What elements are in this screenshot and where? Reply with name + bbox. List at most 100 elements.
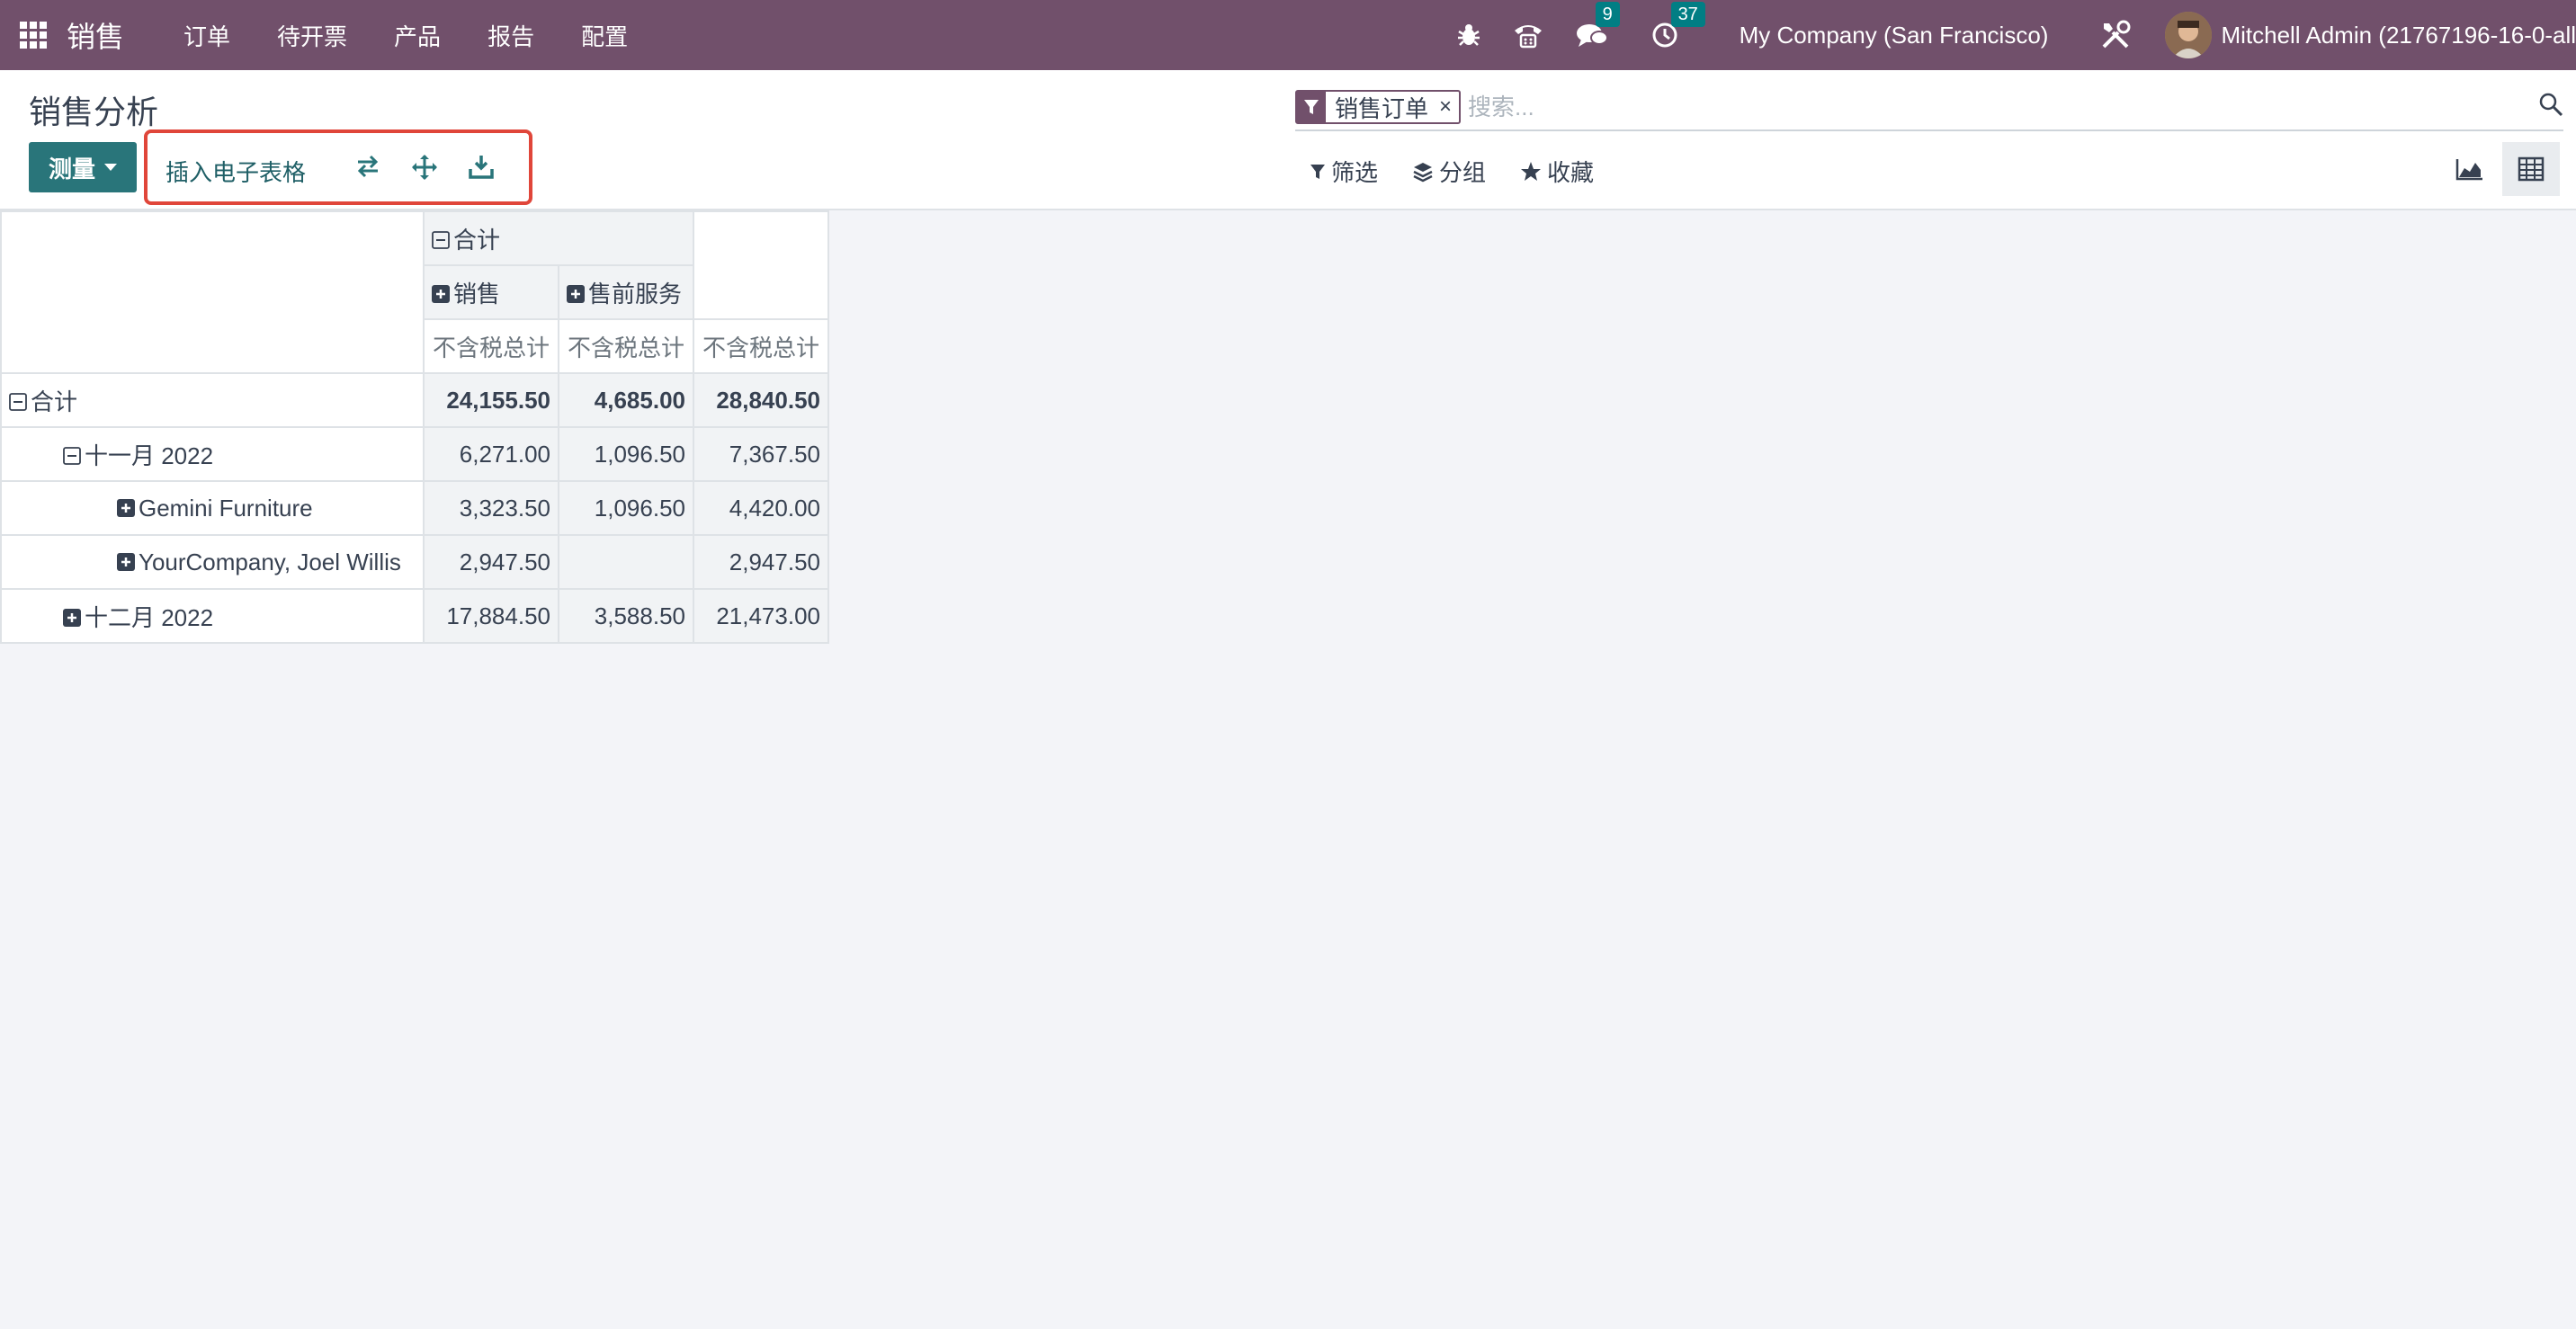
search-bar: 销售订单 × — [1295, 83, 2563, 131]
pivot-cell[interactable]: 1,096.50 — [558, 426, 694, 482]
phone-icon[interactable] — [1513, 22, 1543, 49]
apps-menu-icon[interactable] — [20, 22, 47, 49]
pivot-cell[interactable]: 3,323.50 — [423, 480, 559, 536]
collapse-minus-icon — [432, 230, 450, 249]
pivot-table: 合计 销售 售前服务 不含税总计 不含税总计 不含税总计 合计 24,155.5… — [0, 210, 829, 644]
expand-plus-icon — [567, 284, 585, 303]
col-header-total-label: 合计 — [453, 226, 501, 254]
expand-plus-icon — [117, 552, 135, 571]
table-row: 十二月 2022 17,884.50 3,588.50 21,473.00 — [0, 588, 829, 644]
control-panel: 销售分析 测量 插入电子表格 销售订单 × 筛选 — [0, 70, 2576, 210]
graph-view-button[interactable] — [2441, 142, 2499, 196]
filter-funnel-icon — [1297, 92, 1326, 122]
menu-to-invoice[interactable]: 待开票 — [254, 19, 371, 52]
group-by-label: 分组 — [1439, 159, 1487, 186]
expand-all-arrows-icon[interactable] — [410, 153, 439, 186]
measure-header[interactable]: 不含税总计 — [558, 318, 694, 374]
row-label: 十一月 2022 — [85, 442, 214, 469]
collapse-minus-icon — [9, 392, 27, 411]
row-label: Gemini Furniture — [139, 494, 313, 522]
measure-dropdown-button[interactable]: 测量 — [29, 142, 137, 192]
area-chart-icon — [2455, 159, 2482, 181]
pivot-cell[interactable]: 7,367.50 — [693, 426, 829, 482]
company-switcher[interactable]: My Company (San Francisco) — [1740, 22, 2049, 49]
debug-bug-icon[interactable] — [1457, 22, 1480, 48]
menu-configuration[interactable]: 配置 — [558, 19, 651, 52]
menu-reporting[interactable]: 报告 — [464, 19, 558, 52]
measure-header[interactable]: 不含税总计 — [423, 318, 559, 374]
row-header-yourcompany-joel-willis[interactable]: YourCompany, Joel Willis — [0, 534, 425, 590]
filter-icon — [1310, 164, 1325, 179]
collapse-minus-icon — [63, 446, 81, 465]
search-options: 筛选 分组 收藏 — [1310, 155, 1594, 188]
search-facet: 销售订单 × — [1295, 90, 1462, 124]
filters-dropdown[interactable]: 筛选 — [1310, 155, 1378, 188]
download-icon[interactable] — [468, 153, 495, 184]
app-brand[interactable]: 销售 — [67, 14, 124, 56]
col-header-total[interactable]: 合计 — [423, 210, 694, 266]
messages-count-badge: 9 — [1595, 2, 1620, 27]
row-header-total[interactable]: 合计 — [0, 372, 425, 428]
pivot-cell[interactable]: 6,271.00 — [423, 426, 559, 482]
table-row: Gemini Furniture 3,323.50 1,096.50 4,420… — [0, 480, 829, 536]
col-header-sales-label: 销售 — [453, 280, 501, 308]
facet-remove-icon[interactable]: × — [1436, 92, 1459, 122]
pivot-table-container: 合计 销售 售前服务 不含税总计 不含税总计 不含税总计 合计 24,155.5… — [0, 210, 829, 644]
col-header-presales-label: 售前服务 — [588, 280, 683, 308]
user-menu[interactable]: Mitchell Admin (21767196-16-0-all — [2221, 22, 2576, 49]
flip-axis-icon[interactable] — [354, 153, 381, 184]
table-row: YourCompany, Joel Willis 2,947.50 2,947.… — [0, 534, 829, 590]
pivot-corner — [0, 210, 425, 374]
search-input[interactable] — [1466, 88, 2459, 126]
user-avatar[interactable] — [2165, 12, 2213, 58]
row-header-gemini-furniture[interactable]: Gemini Furniture — [0, 480, 425, 536]
star-icon — [1521, 161, 1542, 181]
caret-down-icon — [104, 164, 117, 171]
row-label: 合计 — [31, 388, 78, 415]
favorites-label: 收藏 — [1547, 159, 1595, 186]
layers-icon — [1413, 162, 1433, 182]
pivot-cell[interactable]: 28,840.50 — [693, 372, 829, 428]
expand-plus-icon — [117, 498, 135, 517]
pivot-cell[interactable]: 2,947.50 — [693, 534, 829, 590]
facet-label: 销售订单 — [1335, 94, 1429, 122]
messages-chat-icon[interactable]: 9 — [1576, 2, 1620, 49]
pivot-cell[interactable] — [558, 534, 694, 590]
pivot-cell[interactable]: 1,096.50 — [558, 480, 694, 536]
pivot-cell[interactable]: 21,473.00 — [693, 588, 829, 644]
pivot-cell[interactable]: 4,420.00 — [693, 480, 829, 536]
table-row: 十一月 2022 6,271.00 1,096.50 7,367.50 — [0, 426, 829, 482]
expand-plus-icon — [432, 284, 450, 303]
col-header-sales[interactable]: 销售 — [423, 264, 559, 320]
table-row: 合计 24,155.50 4,685.00 28,840.50 — [0, 372, 829, 428]
pivot-view-button[interactable] — [2502, 142, 2560, 196]
col-header-presales[interactable]: 售前服务 — [558, 264, 694, 320]
row-header-nov-2022[interactable]: 十一月 2022 — [0, 426, 425, 482]
main-menu: 订单 待开票 产品 报告 配置 — [160, 19, 651, 52]
activities-count-badge: 37 — [1670, 2, 1705, 27]
insert-spreadsheet-button[interactable]: 插入电子表格 — [165, 155, 306, 188]
favorites-dropdown[interactable]: 收藏 — [1520, 155, 1594, 188]
row-header-dec-2022[interactable]: 十二月 2022 — [0, 588, 425, 644]
filters-label: 筛选 — [1331, 159, 1379, 186]
pivot-cell[interactable]: 17,884.50 — [423, 588, 559, 644]
pivot-cell[interactable]: 4,685.00 — [558, 372, 694, 428]
measure-header[interactable]: 不含税总计 — [693, 318, 829, 374]
navbar-systray: 9 37 My Company (San Francisco) Mitchell… — [1441, 0, 2576, 70]
page-title: 销售分析 — [29, 94, 159, 130]
menu-products[interactable]: 产品 — [371, 19, 464, 52]
top-navbar: 销售 订单 待开票 产品 报告 配置 9 37 My Company (San … — [0, 0, 2576, 70]
tools-wrench-icon[interactable] — [2100, 20, 2131, 50]
pivot-cell[interactable]: 2,947.50 — [423, 534, 559, 590]
row-label: 十二月 2022 — [85, 603, 214, 631]
pivot-cell[interactable]: 3,588.50 — [558, 588, 694, 644]
expand-plus-icon — [63, 608, 81, 627]
search-icon[interactable] — [2538, 92, 2563, 121]
activities-clock-icon[interactable]: 37 — [1651, 2, 1705, 49]
pivot-cell[interactable]: 24,155.50 — [423, 372, 559, 428]
table-grid-icon — [2518, 156, 2545, 182]
total-col-blank — [693, 210, 829, 320]
group-by-dropdown[interactable]: 分组 — [1412, 155, 1486, 188]
menu-orders[interactable]: 订单 — [160, 19, 254, 52]
row-label: YourCompany, Joel Willis — [139, 548, 401, 575]
